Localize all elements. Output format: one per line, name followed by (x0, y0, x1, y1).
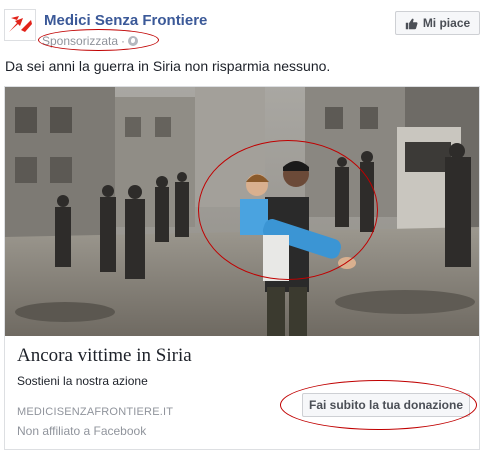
ad-description: Sostieni la nostra azione (17, 374, 148, 388)
thumbs-up-icon (405, 18, 418, 29)
donate-cta-button[interactable]: Fai subito la tua donazione (302, 393, 470, 417)
like-page-button[interactable]: Mi piace (395, 11, 480, 35)
page-name-link[interactable]: Medici Senza Frontiere (44, 12, 207, 29)
ad-attachment[interactable]: Ancora vittime in Siria Sostieni la nost… (4, 86, 480, 450)
separator-dot: · (121, 34, 126, 48)
sponsored-post-card: Medici Senza Frontiere Sponsorizzata · M… (0, 0, 481, 455)
ad-domain[interactable]: MEDICISENZAFRONTIERE.IT (17, 406, 173, 418)
sponsored-row: Sponsorizzata · (42, 33, 139, 49)
ad-photo-syria-street[interactable] (5, 87, 479, 336)
non-affiliation-note: Non affiliato a Facebook (17, 424, 147, 438)
globe-icon (128, 36, 139, 46)
ad-headline[interactable]: Ancora vittime in Siria (17, 345, 192, 367)
msf-logo[interactable] (4, 9, 36, 41)
sponsored-label[interactable]: Sponsorizzata (42, 34, 118, 48)
like-button-label: Mi piace (422, 16, 471, 30)
post-message: Da sei anni la guerra in Siria non rispa… (5, 58, 331, 74)
